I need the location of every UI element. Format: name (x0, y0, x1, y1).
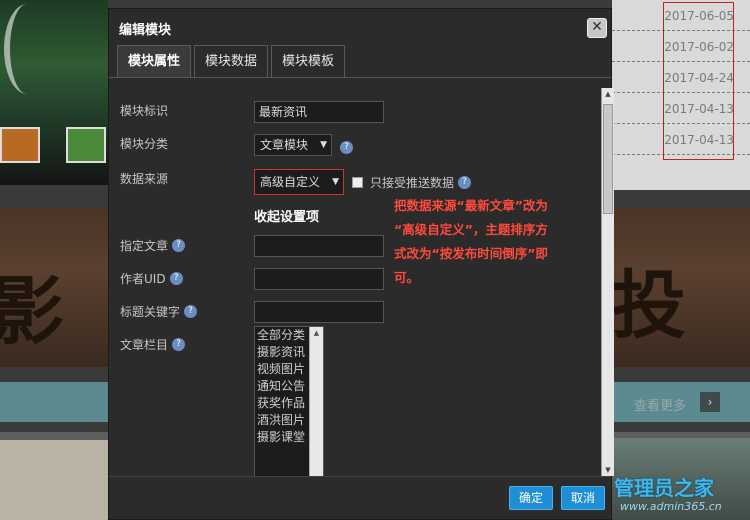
accept-push-checkbox[interactable] (352, 177, 363, 188)
scroll-up-icon[interactable]: ▲ (310, 327, 323, 339)
close-icon[interactable]: ✕ (587, 18, 607, 38)
dialog-title: 编辑模块 (119, 23, 172, 38)
data-source-label-text: 数据来源 (120, 172, 169, 186)
instruction-note: 把数据来源“最新文章”改为 “高级自定义”，主题排序方 式改为“按发布时间倒序”… (394, 194, 600, 290)
tab-bar: 模块属性 模块数据 模块模板 (117, 45, 348, 78)
collapse-settings-link[interactable]: 收起设置项 (254, 206, 319, 225)
module-id-input[interactable]: 最新资讯 (254, 101, 384, 123)
chevron-down-icon: ▼ (320, 140, 327, 150)
see-more-arrow-icon[interactable]: › (700, 392, 720, 412)
watermark-url: www.admin365.cn (620, 500, 722, 513)
note-line: “高级自定义”，主题排序方 (394, 222, 548, 237)
module-category-value: 文章模块 (260, 138, 309, 152)
module-id-label-text: 模块标识 (120, 104, 169, 118)
help-icon[interactable]: ? (169, 272, 183, 285)
wood-char: 影 (0, 269, 64, 355)
chevron-down-icon: ▼ (332, 177, 339, 187)
calligraphy-image[interactable] (0, 440, 108, 520)
thumbnail-green[interactable] (66, 127, 106, 163)
module-category-label: 模块分类 (120, 135, 168, 152)
help-icon[interactable]: ? (184, 305, 198, 318)
see-more-link[interactable]: 查看更多 (634, 395, 686, 414)
article-column-listbox[interactable]: 全部分类 摄影资讯 视频图片 通知公告 获奖作品 酒洪图片 摄影课堂 ▲ (254, 326, 324, 476)
title-keyword-input[interactable] (254, 301, 384, 323)
author-uid-label-text: 作者UID (120, 272, 166, 286)
specify-article-input[interactable] (254, 235, 384, 257)
note-line: 式改为“按发布时间倒序”即 (394, 246, 548, 261)
thumbnail-flower[interactable] (0, 127, 40, 163)
note-line: 可。 (394, 270, 420, 285)
cancel-button[interactable]: 取消 (561, 486, 606, 510)
banner-photo (0, 0, 108, 185)
listbox-scrollbar[interactable]: ▲ (309, 327, 323, 476)
data-source-value: 高级自定义 (260, 175, 321, 189)
note-line: 把数据来源“最新文章”改为 (394, 198, 548, 213)
article-column-label-text: 文章栏目 (120, 338, 169, 352)
help-icon[interactable]: ? (458, 176, 472, 189)
bird-image (4, 4, 50, 94)
data-source-label: 数据来源 (120, 170, 168, 187)
title-keyword-label-text: 标题关键字 (120, 305, 181, 319)
wood-char: 投 (612, 263, 686, 349)
help-icon[interactable]: ? (172, 338, 186, 351)
scroll-down-icon[interactable]: ▼ (602, 466, 614, 474)
author-uid-label: 作者UID ? (120, 270, 183, 287)
module-category-label-text: 模块分类 (120, 137, 169, 151)
module-category-select[interactable]: 文章模块 ▼ (254, 134, 332, 156)
edit-module-dialog: 编辑模块 ✕ 模块属性 模块数据 模块模板 模块标识 最新资讯 模块分类 文章模… (108, 8, 614, 520)
tab-module-template[interactable]: 模块模板 (271, 45, 346, 78)
accept-push-label: 只接受推送数据 ? (370, 174, 472, 191)
watermark-logo: 管理员之家 (614, 476, 714, 500)
tab-module-attributes[interactable]: 模块属性 (117, 45, 192, 78)
data-source-select[interactable]: 高级自定义 ▼ (254, 169, 344, 195)
title-keyword-label: 标题关键字 ? (120, 303, 198, 320)
dialog-form: 模块标识 最新资讯 模块分类 文章模块 ▼ ? 数据来源 高级自定义 ▼ 只接受… (109, 78, 601, 476)
help-icon[interactable]: ? (172, 239, 186, 252)
scroll-up-icon[interactable]: ▲ (602, 90, 614, 98)
help-icon[interactable]: ? (340, 141, 353, 154)
specify-article-label: 指定文章 ? (120, 237, 186, 254)
article-column-label: 文章栏目 ? (120, 336, 186, 353)
confirm-button[interactable]: 确定 (509, 486, 554, 510)
scrollbar-thumb[interactable] (603, 104, 613, 214)
dialog-scrollbar[interactable]: ▲ ▼ (601, 88, 614, 476)
module-id-label: 模块标识 (120, 102, 168, 119)
tab-module-data[interactable]: 模块数据 (194, 45, 269, 78)
annotation-box-dates (663, 2, 734, 160)
author-uid-input[interactable] (254, 268, 384, 290)
accept-push-text: 只接受推送数据 (370, 176, 455, 190)
footer-divider (109, 476, 611, 477)
specify-article-label-text: 指定文章 (120, 239, 169, 253)
